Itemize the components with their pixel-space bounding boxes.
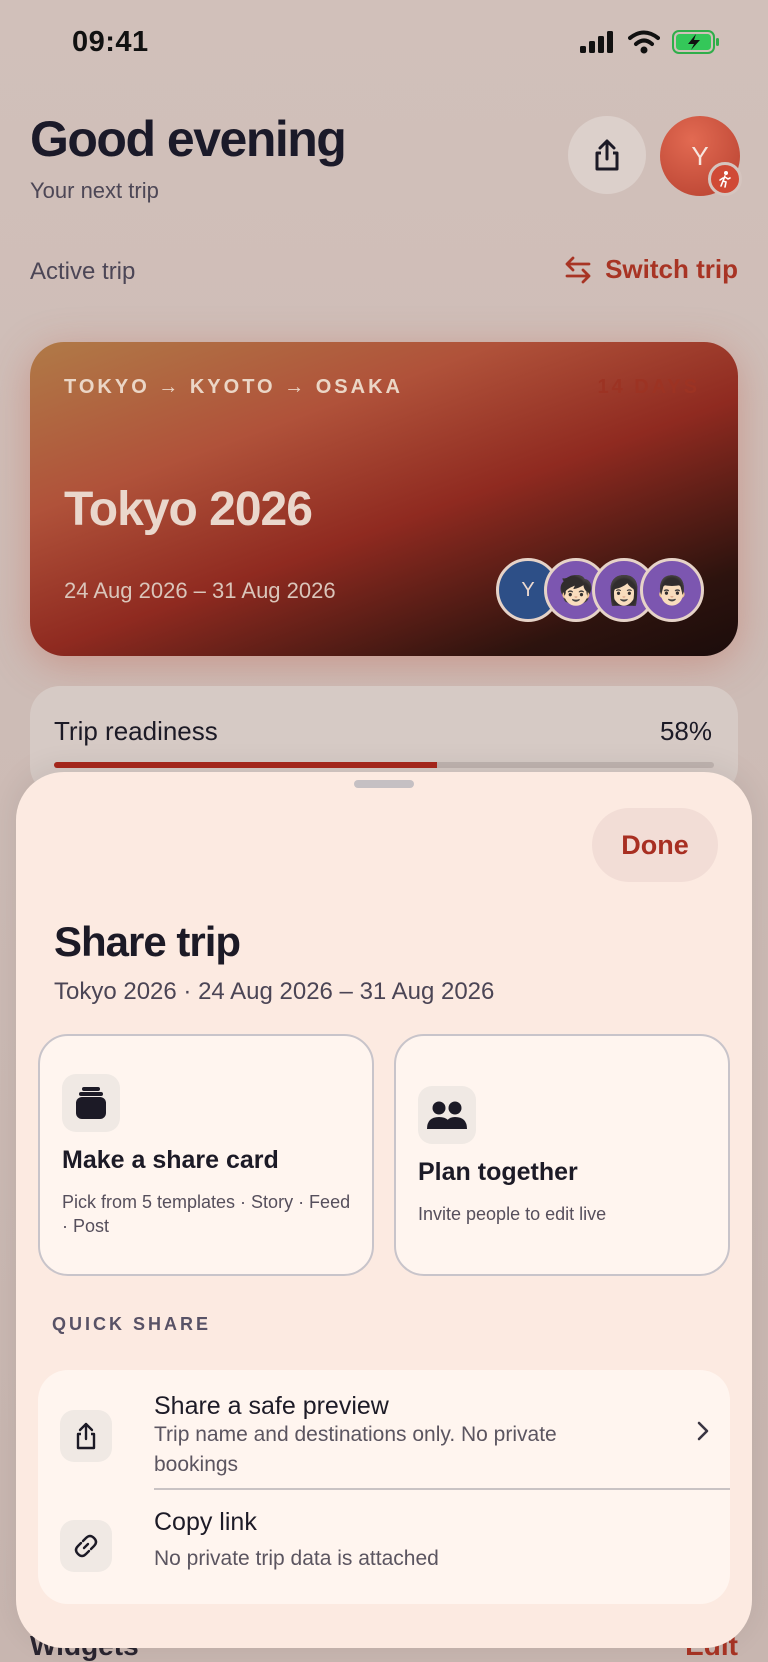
quick-share-title: Share a safe preview bbox=[154, 1392, 389, 1420]
greeting-title: Good evening bbox=[30, 111, 347, 167]
link-icon bbox=[60, 1520, 112, 1572]
trip-name: Tokyo 2026 bbox=[64, 483, 313, 536]
action-description: Pick from 5 templates · Story · Feed · P… bbox=[62, 1192, 351, 1236]
readiness-percent: 58% bbox=[659, 716, 712, 746]
quick-share-list: Share a safe preview Trip name and desti… bbox=[38, 1370, 730, 1604]
quick-share-label: QUICK SHARE bbox=[52, 1314, 212, 1334]
active-trip-card[interactable]: TOKYO → KYOTO → OSAKA 14 DAYS Tokyo 2026… bbox=[30, 342, 738, 656]
cards-stack-icon bbox=[62, 1074, 120, 1132]
people-icon bbox=[418, 1086, 476, 1144]
trip-route: TOKYO → KYOTO → OSAKA bbox=[64, 376, 403, 398]
action-title: Plan together bbox=[418, 1158, 578, 1186]
plan-together-button[interactable]: Plan together Invite people to edit live bbox=[394, 1034, 730, 1276]
sheet-title: Share trip bbox=[54, 918, 241, 965]
readiness-progress-fill bbox=[54, 762, 437, 768]
switch-trip-button[interactable]: Switch trip bbox=[563, 254, 738, 285]
signal-icon bbox=[580, 31, 613, 53]
trip-dates: 24 Aug 2026 – 31 Aug 2026 bbox=[64, 578, 336, 603]
share-icon bbox=[60, 1410, 112, 1462]
readiness-label: Trip readiness bbox=[54, 716, 218, 746]
action-title: Make a share card bbox=[62, 1146, 279, 1174]
share-trip-sheet: Done Share trip Tokyo 2026 · 24 Aug 2026… bbox=[16, 772, 752, 1648]
chevron-right-icon bbox=[697, 1421, 709, 1441]
readiness-progress-bar bbox=[54, 762, 714, 768]
sheet-grabber[interactable] bbox=[354, 780, 414, 788]
member-avatar: 👨🏻 bbox=[640, 558, 704, 622]
quick-share-description: No private trip data is attached bbox=[154, 1547, 439, 1570]
status-bar: 09:41 bbox=[0, 0, 768, 90]
switch-trip-label: Switch trip bbox=[605, 254, 738, 284]
action-description: Invite people to edit live bbox=[418, 1204, 607, 1224]
status-time: 09:41 bbox=[72, 26, 149, 58]
avatar-initial: Y bbox=[691, 140, 709, 171]
share-icon bbox=[595, 139, 619, 171]
trip-members[interactable]: Y 🧒🏻 👩🏻 👨🏻 bbox=[496, 558, 704, 622]
share-button[interactable] bbox=[568, 116, 646, 194]
swap-arrows-icon bbox=[565, 256, 591, 283]
walking-icon bbox=[708, 162, 742, 196]
make-share-card-button[interactable]: Make a share card Pick from 5 templates … bbox=[38, 1034, 374, 1276]
wifi-icon bbox=[628, 30, 660, 54]
greeting-subtitle: Your next trip bbox=[30, 178, 159, 203]
quick-share-title: Copy link bbox=[154, 1508, 257, 1536]
active-trip-label: Active trip bbox=[30, 258, 136, 285]
quick-share-description: Trip name and destinations only. No priv… bbox=[154, 1423, 557, 1476]
copy-link-row[interactable]: Copy link No private trip data is attach… bbox=[38, 1490, 730, 1604]
share-safe-preview-row[interactable]: Share a safe preview Trip name and desti… bbox=[38, 1370, 730, 1488]
trip-duration: 14 DAYS bbox=[597, 376, 700, 398]
done-button[interactable]: Done bbox=[592, 808, 718, 882]
battery-icon bbox=[672, 30, 719, 54]
sheet-subtitle: Tokyo 2026 · 24 Aug 2026 – 31 Aug 2026 bbox=[54, 978, 495, 1005]
